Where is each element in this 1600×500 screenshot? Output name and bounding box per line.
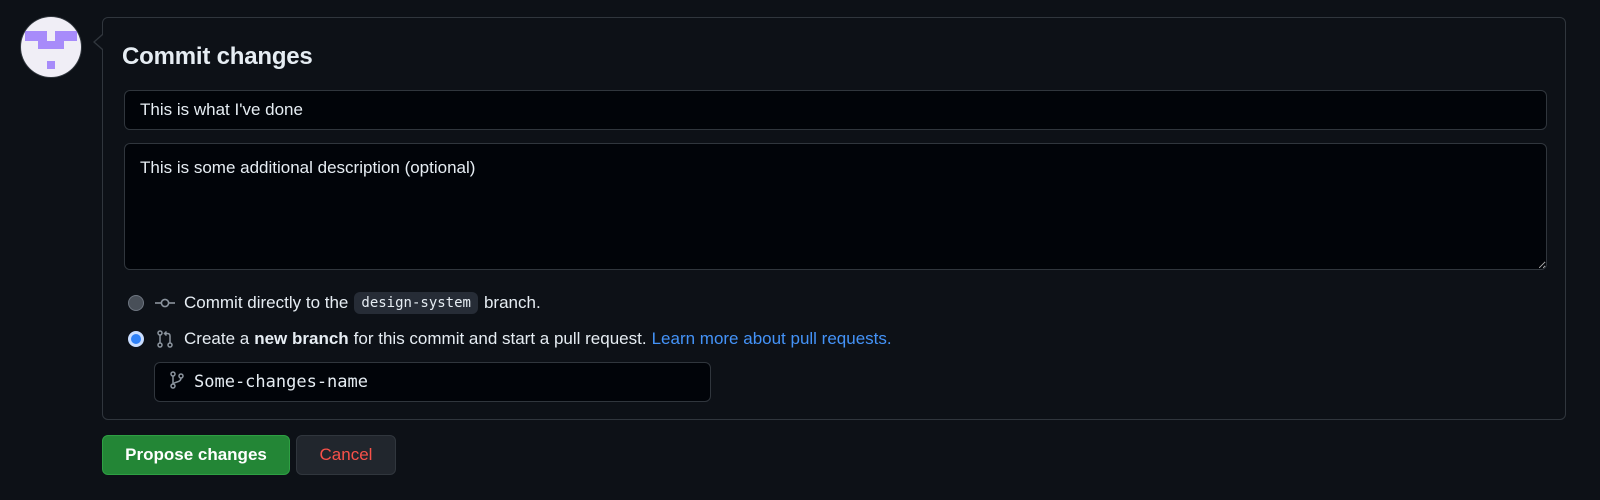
git-commit-icon — [154, 294, 176, 312]
commit-changes-form: Commit changes This is some additional d… — [0, 0, 1600, 500]
commit-description-input[interactable]: This is some additional description (opt… — [124, 143, 1547, 270]
branch-name-input[interactable] — [194, 372, 694, 392]
cancel-button[interactable]: Cancel — [296, 435, 396, 475]
option-new-branch[interactable]: Create a new branch for this commit and … — [128, 327, 892, 351]
user-avatar[interactable] — [21, 17, 81, 77]
option-commit-directly[interactable]: Commit directly to the design-system bra… — [128, 291, 541, 315]
new-branch-radio[interactable] — [128, 331, 144, 347]
new-branch-prefix: Create a — [184, 329, 250, 348]
commit-summary-input[interactable] — [124, 90, 1547, 130]
commit-directly-suffix: branch. — [483, 293, 541, 312]
commit-directly-label: Commit directly to the — [184, 293, 349, 312]
identicon-avatar-icon — [25, 31, 77, 69]
commit-directly-radio[interactable] — [128, 295, 144, 311]
panel-pointer-inner — [95, 35, 103, 49]
propose-changes-button[interactable]: Propose changes — [102, 435, 290, 475]
branch-name-code: design-system — [354, 292, 478, 314]
git-pull-request-icon — [154, 330, 176, 348]
new-branch-emphasis: new branch — [254, 329, 349, 348]
new-branch-suffix: for this commit and start a pull request… — [353, 329, 647, 348]
page-title: Commit changes — [122, 43, 313, 70]
new-branch-name-field[interactable] — [154, 362, 711, 402]
git-branch-icon — [169, 370, 185, 394]
learn-more-pull-requests-link[interactable]: Learn more about pull requests. — [652, 329, 892, 349]
